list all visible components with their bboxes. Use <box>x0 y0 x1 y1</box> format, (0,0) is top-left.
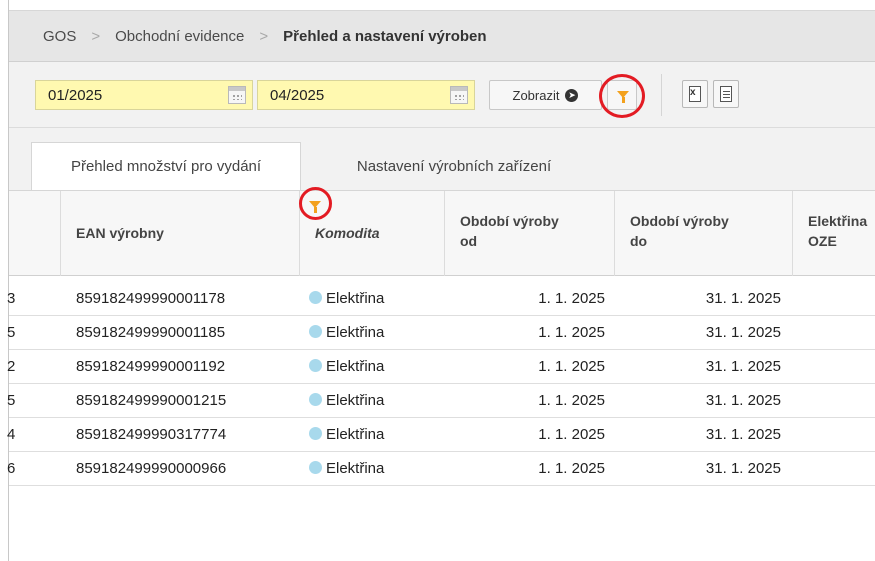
breadcrumb-separator-icon: > <box>259 27 269 45</box>
cell-id: 3 <box>7 290 16 307</box>
cell-id: 6 <box>7 460 16 477</box>
highlight-circle <box>599 74 645 118</box>
column-header-period-from[interactable]: Období výroby od <box>445 191 615 276</box>
column-header-electricity-oze[interactable]: Elektřina OZE <box>793 191 875 276</box>
tab-prehled-mnozstvi[interactable]: Přehled množství pro vydání <box>31 142 301 190</box>
cell-id: 5 <box>7 324 16 341</box>
cell-period-to: 31. 1. 2025 <box>705 460 781 477</box>
column-header-id[interactable] <box>9 191 61 276</box>
export-document-button[interactable] <box>713 80 739 108</box>
tab-bar: Přehled množství pro vydání Nastavení vý… <box>9 128 875 190</box>
cell-commodity: Elektřina <box>309 350 384 383</box>
commodity-dot-icon <box>309 291 322 304</box>
breadcrumb-item-gos[interactable]: GOS <box>43 28 76 45</box>
cell-period-to: 31. 1. 2025 <box>705 358 781 375</box>
date-from-value: 01/2025 <box>48 86 103 104</box>
cell-ean: 859182499990000966 <box>76 460 227 477</box>
table-row[interactable]: 6 859182499990000966 Elektřina 1. 1. 202… <box>7 452 875 486</box>
table-row[interactable]: 3 859182499990001178 Elektřina 1. 1. 202… <box>7 282 875 316</box>
column-header-label: Období výroby <box>460 213 559 229</box>
breadcrumb-item-obchodni-evidence[interactable]: Obchodní evidence <box>115 28 244 45</box>
export-excel-button[interactable]: x <box>682 80 708 108</box>
page-title: Přehled a nastavení výroben <box>283 27 487 45</box>
breadcrumb: GOS > Obchodní evidence > Přehled a nast… <box>9 10 875 62</box>
column-header-label: Komodita <box>315 225 380 241</box>
table-row[interactable]: 5 859182499990001185 Elektřina 1. 1. 202… <box>7 316 875 350</box>
cell-commodity: Elektřina <box>309 452 384 485</box>
date-to-value: 04/2025 <box>270 86 325 104</box>
column-header-label: Období výroby <box>630 213 729 229</box>
cell-period-to: 31. 1. 2025 <box>705 290 781 307</box>
tab-label: Nastavení výrobních zařízení <box>356 157 552 175</box>
commodity-dot-icon <box>309 359 322 372</box>
cell-period-from: 1. 1. 2025 <box>538 358 605 375</box>
column-header-label: EAN výrobny <box>76 225 164 241</box>
tab-label: Přehled množství pro vydání <box>70 158 262 175</box>
commodity-dot-icon <box>309 393 322 406</box>
cell-commodity: Elektřina <box>309 316 384 349</box>
table-row[interactable]: 2 859182499990001192 Elektřina 1. 1. 202… <box>7 350 875 384</box>
column-header-ean[interactable]: EAN výrobny <box>61 191 300 276</box>
breadcrumb-separator-icon: > <box>91 27 101 45</box>
cell-ean: 859182499990001215 <box>76 392 227 409</box>
column-header-period-to[interactable]: Období výroby do <box>615 191 793 276</box>
commodity-dot-icon <box>309 325 322 338</box>
cell-period-from: 1. 1. 2025 <box>538 392 605 409</box>
cell-period-from: 1. 1. 2025 <box>538 290 605 307</box>
commodity-dot-icon <box>309 427 322 440</box>
cell-ean: 859182499990001185 <box>76 324 226 341</box>
table-row[interactable]: 4 859182499990317774 Elektřina 1. 1. 202… <box>7 418 875 452</box>
commodity-dot-icon <box>309 461 322 474</box>
show-button-label: Zobrazit <box>512 87 560 103</box>
cell-period-from: 1. 1. 2025 <box>538 324 605 341</box>
table-row[interactable]: 5 859182499990001215 Elektřina 1. 1. 202… <box>7 384 875 418</box>
date-to-field[interactable]: 04/2025 <box>257 80 475 110</box>
document-export-icon <box>720 86 732 102</box>
cell-period-to: 31. 1. 2025 <box>705 324 781 341</box>
calendar-icon[interactable] <box>228 86 246 104</box>
column-header-label: Elektřina <box>808 213 868 229</box>
toolbar: 01/2025 04/2025 Zobrazit ➤ x <box>9 62 875 128</box>
cell-period-from: 1. 1. 2025 <box>538 426 605 443</box>
column-header-label: OZE <box>808 233 837 249</box>
cell-id: 4 <box>7 426 16 443</box>
cell-ean: 859182499990001178 <box>76 290 226 307</box>
toolbar-divider <box>661 74 662 116</box>
tab-nastaveni-zarizeni[interactable]: Nastavení výrobních zařízení <box>309 142 599 190</box>
cell-ean: 859182499990001192 <box>76 358 226 375</box>
grid-header: EAN výrobny Komodita Období výroby od Ob… <box>9 187 875 276</box>
cell-period-to: 31. 1. 2025 <box>705 426 781 443</box>
cell-period-to: 31. 1. 2025 <box>705 392 781 409</box>
cell-ean: 859182499990317774 <box>76 426 227 443</box>
column-header-label: do <box>630 233 648 249</box>
cell-commodity: Elektřina <box>309 418 384 451</box>
app-frame: GOS > Obchodní evidence > Přehled a nast… <box>7 0 875 561</box>
cell-id: 2 <box>7 358 16 375</box>
date-from-field[interactable]: 01/2025 <box>35 80 253 110</box>
calendar-icon[interactable] <box>450 86 468 104</box>
cell-period-from: 1. 1. 2025 <box>538 460 605 477</box>
show-button[interactable]: Zobrazit ➤ <box>489 80 602 110</box>
cell-commodity: Elektřina <box>309 384 384 417</box>
cell-id: 5 <box>7 392 16 409</box>
arrow-right-circle-icon: ➤ <box>565 88 579 102</box>
cell-commodity: Elektřina <box>309 282 384 315</box>
column-header-label: od <box>460 233 478 249</box>
highlight-circle <box>299 187 332 220</box>
